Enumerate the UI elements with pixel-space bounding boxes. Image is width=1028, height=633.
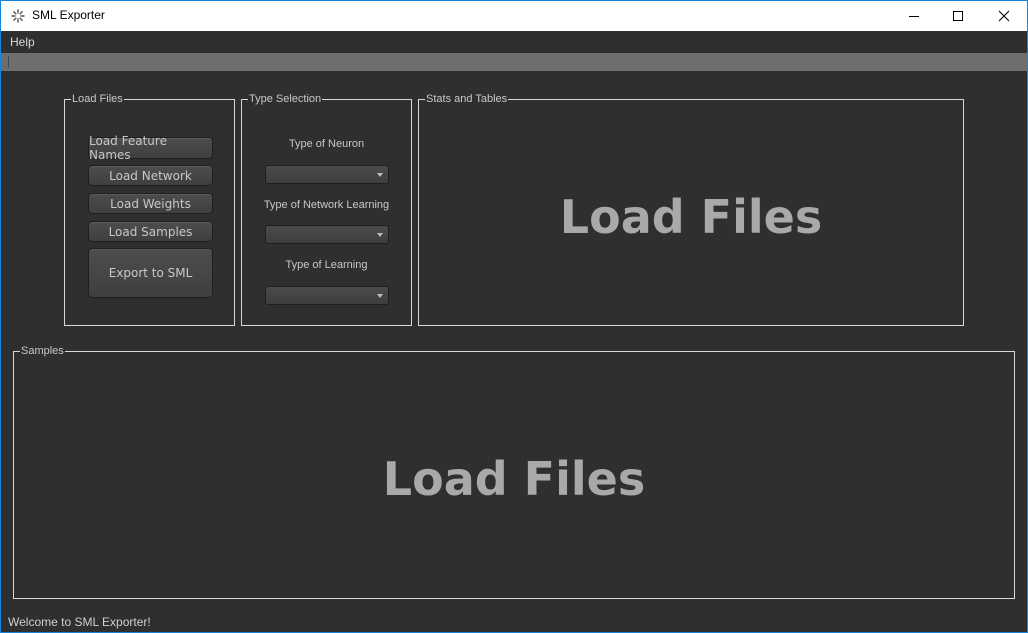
- stats-tables-group-title: Stats and Tables: [425, 92, 509, 106]
- status-bar-message: Welcome to SML Exporter!: [8, 615, 151, 629]
- app-window: SML Exporter Help Load Files Load Featur…: [0, 0, 1028, 633]
- minimize-icon: [909, 16, 919, 17]
- stats-placeholder-text: Load Files: [559, 190, 823, 244]
- stats-tables-group: Stats and Tables Load Files: [418, 92, 964, 326]
- neuron-type-select[interactable]: [265, 165, 389, 184]
- export-to-sml-button[interactable]: Export to SML: [88, 248, 213, 298]
- minimize-button[interactable]: [891, 1, 937, 31]
- neuron-type-label: Type of Neuron: [288, 138, 365, 150]
- menu-bar: Help: [1, 31, 1027, 53]
- toolbar: [1, 53, 1027, 71]
- chevron-down-icon: [377, 294, 383, 298]
- load-feature-names-button[interactable]: Load Feature Names: [88, 134, 213, 162]
- window-title: SML Exporter: [32, 8, 105, 22]
- chevron-down-icon: [377, 173, 383, 177]
- app-icon: [11, 9, 25, 23]
- chevron-down-icon: [377, 233, 383, 237]
- menu-help[interactable]: Help: [10, 35, 35, 49]
- close-icon: [998, 10, 1010, 22]
- load-network-button[interactable]: Load Network: [88, 165, 213, 186]
- network-learning-type-select[interactable]: [265, 225, 389, 244]
- maximize-button[interactable]: [935, 1, 981, 31]
- title-bar[interactable]: SML Exporter: [1, 1, 1027, 31]
- samples-placeholder-text: Load Files: [382, 452, 646, 506]
- learning-type-select[interactable]: [265, 286, 389, 305]
- samples-group-title: Samples: [20, 344, 65, 358]
- learning-type-label: Type of Learning: [285, 259, 368, 271]
- type-selection-group-title: Type Selection: [248, 92, 323, 106]
- close-button[interactable]: [981, 1, 1027, 31]
- load-files-group: Load Files Load Feature Names Load Netwo…: [64, 92, 235, 326]
- type-selection-group: Type Selection Type of Neuron Type of Ne…: [241, 92, 412, 326]
- samples-group: Samples Load Files: [13, 344, 1015, 599]
- load-samples-button[interactable]: Load Samples: [88, 221, 213, 242]
- toolbar-handle[interactable]: [8, 56, 9, 68]
- network-learning-type-label: Type of Network Learning: [263, 199, 390, 211]
- load-files-group-title: Load Files: [71, 92, 124, 106]
- load-weights-button[interactable]: Load Weights: [88, 193, 213, 214]
- maximize-icon: [953, 11, 963, 21]
